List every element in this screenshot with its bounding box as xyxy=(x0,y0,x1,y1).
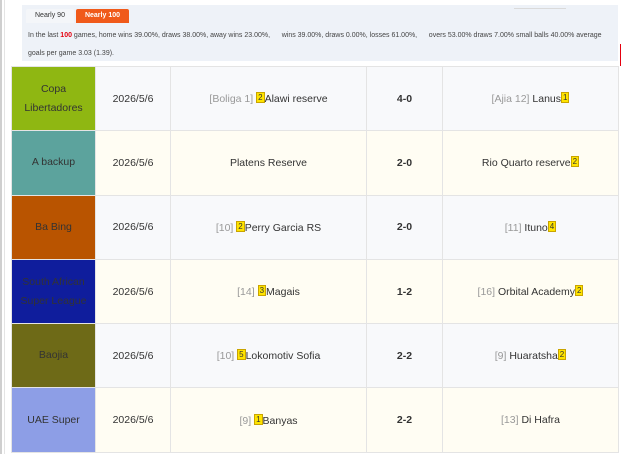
league-cell[interactable]: South African Super League xyxy=(11,258,96,325)
divider xyxy=(514,8,566,9)
away-team-name[interactable]: Di Hafra xyxy=(521,414,560,426)
home-rank: [9] xyxy=(239,414,252,427)
league-name: South African Super League xyxy=(20,275,87,307)
home-yellow-card-badge: 2 xyxy=(236,220,245,232)
home-rank: [10] xyxy=(216,350,235,363)
stats-summary: In the last 100 games, home wins 39.00%,… xyxy=(28,27,620,63)
away-team-name[interactable]: Huaratsha xyxy=(509,350,557,362)
away-yellow-card-badge: 1 xyxy=(561,92,570,104)
home-yellow-card-badge: 1 xyxy=(254,413,263,425)
home-team-cell[interactable]: [14] 3 Magais xyxy=(170,258,367,325)
date-cell: 2026/5/6 xyxy=(95,387,171,453)
tab-nearly-90[interactable]: Nearly 90 xyxy=(26,9,74,23)
away-rank: [11] xyxy=(504,221,522,234)
match-row[interactable]: UAE Super 2026/5/6 [9] 1 Banyas 2-2 [13] Di H… xyxy=(11,387,619,453)
home-team-cell[interactable]: [10] 2 Perry Garcia RS xyxy=(170,194,367,260)
league-cell[interactable]: Baojia xyxy=(11,323,96,389)
match-date: 2026/5/6 xyxy=(112,414,154,427)
league-cell[interactable]: UAE Super xyxy=(11,387,96,453)
score-cell[interactable]: 4-0 xyxy=(366,65,443,132)
match-score: 2-0 xyxy=(396,156,413,169)
match-score: 2-0 xyxy=(396,221,413,234)
left-border xyxy=(0,0,2,454)
match-date: 2026/5/6 xyxy=(112,285,154,298)
away-team-cell[interactable]: [Ajia 12] Lanus 1 xyxy=(442,65,619,132)
league-name: Baojia xyxy=(38,349,69,362)
away-rank: [Ajia 12] xyxy=(491,93,530,106)
home-team-cell[interactable]: [Boliga 1] 2 Alawi reserve xyxy=(170,65,367,132)
matches-table: Copa Libertadores 2026/5/6 [Boliga 1] 2 Ala… xyxy=(11,65,619,453)
match-row[interactable]: South African Super League 2026/5/6 [14] 3… xyxy=(11,258,619,325)
home-team-cell[interactable]: Platens Reserve xyxy=(170,130,367,196)
score-cell[interactable]: 1-2 xyxy=(366,258,443,325)
match-row[interactable]: Copa Libertadores 2026/5/6 [Boliga 1] 2 Ala… xyxy=(11,65,619,132)
score-cell[interactable]: 2-0 xyxy=(366,130,443,196)
away-yellow-card-badge: 4 xyxy=(547,220,557,232)
match-score: 4-0 xyxy=(396,92,413,105)
date-cell: 2026/5/6 xyxy=(95,194,171,260)
away-yellow-card-badge: 2 xyxy=(557,349,567,361)
tab-nearly-100[interactable]: Nearly 100 xyxy=(75,9,129,23)
date-cell: 2026/5/6 xyxy=(95,130,171,196)
league-name: Copa Libertadores xyxy=(24,82,83,114)
away-team-name[interactable]: Rio Quarto reserve xyxy=(482,157,571,169)
league-cell[interactable]: Copa Libertadores xyxy=(11,65,96,132)
match-row[interactable]: Baojia 2026/5/6 [10] 5 Lokomotiv Sofia 2-2 [9… xyxy=(11,323,619,389)
home-yellow-card-badge: 2 xyxy=(256,92,265,104)
scroll-indicator xyxy=(620,44,621,66)
match-row[interactable]: A backup 2026/5/6 Platens Reserve 2-0 Rio Qu… xyxy=(11,130,619,196)
range-tabs: Nearly 90 Nearly 100 xyxy=(26,9,129,23)
away-rank: [13] xyxy=(501,414,519,427)
home-team-name[interactable]: Alawi reserve xyxy=(265,93,328,105)
date-cell: 2026/5/6 xyxy=(95,323,171,389)
date-cell: 2026/5/6 xyxy=(95,258,171,325)
match-score: 2-2 xyxy=(396,414,413,427)
league-name: UAE Super xyxy=(27,413,80,426)
left-border-inner xyxy=(4,0,5,454)
home-yellow-card-badge: 5 xyxy=(237,349,246,361)
home-rank: [14] xyxy=(237,286,255,299)
summary-prefix: In the last xyxy=(28,32,61,39)
away-team-cell[interactable]: [13] Di Hafra xyxy=(442,387,619,453)
summary-text-2: wins 39.00%, draws 0.00%, losses 61.00%, xyxy=(281,32,418,39)
away-team-cell[interactable]: [16] Orbital Academy 2 xyxy=(442,258,619,325)
away-team-cell[interactable]: [9] Huaratsha 2 xyxy=(442,323,619,389)
home-team-cell[interactable]: [10] 5 Lokomotiv Sofia xyxy=(170,323,367,389)
home-team-name[interactable]: Magais xyxy=(266,286,300,298)
home-rank: [Boliga 1] xyxy=(209,93,254,106)
summary-text-1: games, home wins 39.00%, draws 38.00%, a… xyxy=(71,32,271,39)
match-score: 2-2 xyxy=(396,349,413,362)
date-cell: 2026/5/6 xyxy=(95,65,171,132)
league-name: A backup xyxy=(31,156,76,169)
away-yellow-card-badge: 2 xyxy=(575,285,584,297)
away-rank: [16] xyxy=(477,286,496,299)
score-cell[interactable]: 2-2 xyxy=(366,387,443,453)
summary-count: 100 xyxy=(60,32,72,39)
home-yellow-card-badge: 3 xyxy=(257,285,267,297)
away-team-name[interactable]: Orbital Academy xyxy=(498,286,575,298)
home-team-cell[interactable]: [9] 1 Banyas xyxy=(170,387,367,453)
away-rank: [9] xyxy=(494,350,507,363)
league-cell[interactable]: Ba Bing xyxy=(11,194,96,260)
home-team-name[interactable]: Banyas xyxy=(263,415,298,427)
score-cell[interactable]: 2-2 xyxy=(366,323,443,389)
away-team-cell[interactable]: [11] Ituno 4 xyxy=(442,194,619,260)
home-rank: [10] xyxy=(215,221,234,234)
league-name: Ba Bing xyxy=(35,220,72,233)
match-row[interactable]: Ba Bing 2026/5/6 [10] 2 Perry Garcia RS 2-0 [… xyxy=(11,194,619,260)
match-score: 1-2 xyxy=(396,285,413,298)
home-team-name[interactable]: Platens Reserve xyxy=(230,157,307,169)
match-date: 2026/5/6 xyxy=(112,156,154,169)
home-team-name[interactable]: Perry Garcia RS xyxy=(245,222,321,234)
league-cell[interactable]: A backup xyxy=(11,130,96,196)
away-yellow-card-badge: 2 xyxy=(570,156,580,168)
away-team-cell[interactable]: Rio Quarto reserve 2 xyxy=(442,130,619,196)
away-team-name[interactable]: Lanus xyxy=(532,93,561,105)
match-date: 2026/5/6 xyxy=(112,92,154,105)
match-date: 2026/5/6 xyxy=(112,349,154,362)
away-team-name[interactable]: Ituno xyxy=(524,222,547,234)
home-team-name[interactable]: Lokomotiv Sofia xyxy=(246,350,321,362)
match-date: 2026/5/6 xyxy=(112,221,154,234)
score-cell[interactable]: 2-0 xyxy=(366,194,443,260)
